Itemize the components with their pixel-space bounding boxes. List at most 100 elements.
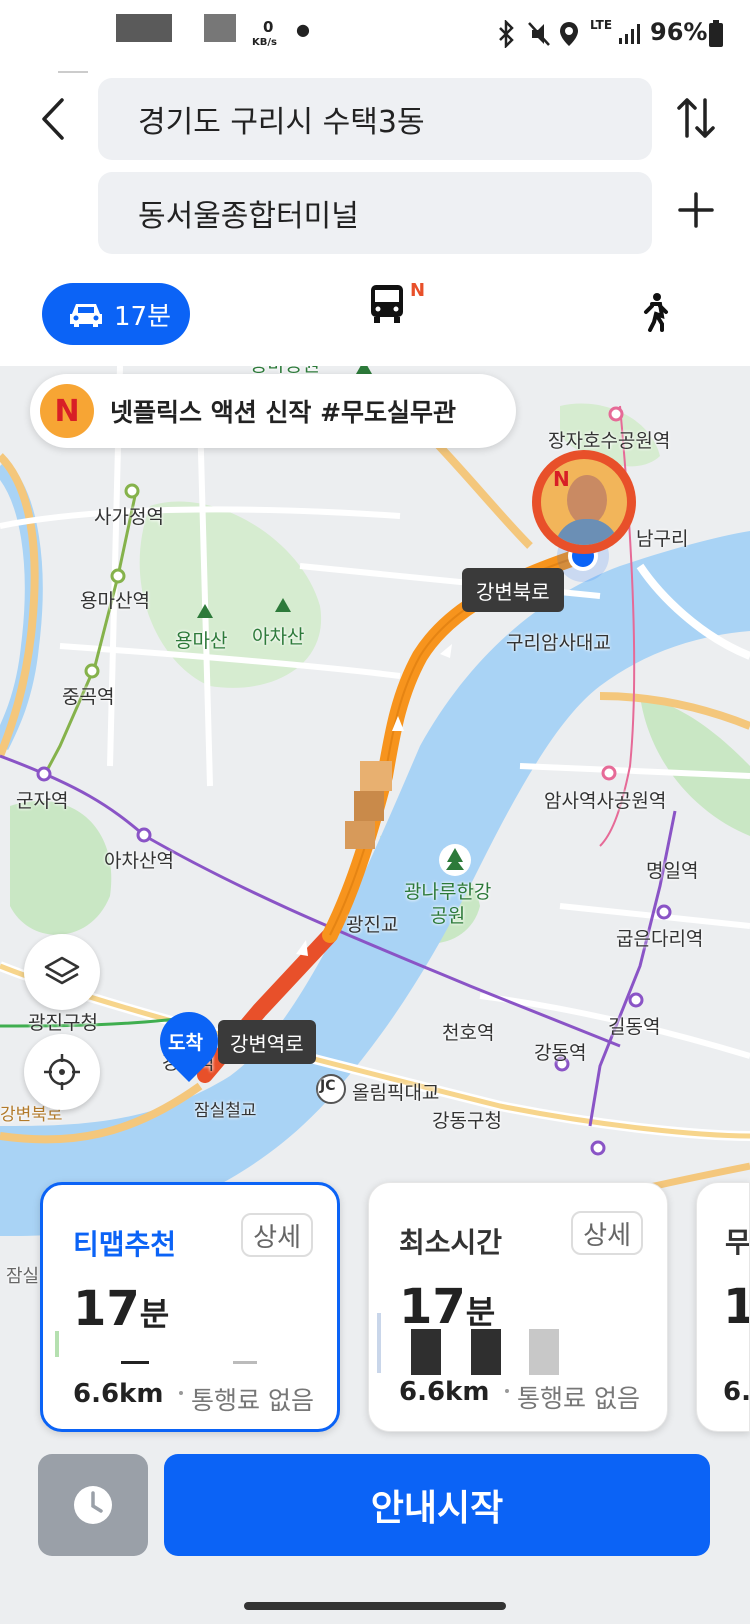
ad-marker-image: N: [541, 459, 627, 545]
dot-indicator: ●: [296, 20, 310, 39]
traffic-bar-dash-2: [233, 1361, 257, 1364]
road-tag-gangbyeon-stn: 강변역로: [218, 1020, 316, 1064]
map-label-gunja: 군자역: [16, 790, 69, 812]
route-card-title: 티맵추천: [73, 1228, 177, 1261]
ad-map-marker[interactable]: N: [532, 450, 636, 554]
traffic-bar-left-mark: [55, 1331, 59, 1357]
battery-percent: 96%: [650, 18, 708, 46]
route-distance: 6.6km: [73, 1379, 164, 1409]
map-label-myeongil: 명일역: [646, 860, 699, 882]
road-tag-gangbyeon-bukro-text: 강변북로: [476, 579, 550, 604]
layers-icon: [44, 956, 80, 985]
ad-banner[interactable]: N 넷플릭스 액션 신작 #무도실무관: [30, 374, 516, 448]
route-detail-button[interactable]: 상세: [571, 1211, 643, 1255]
add-waypoint-icon[interactable]: [678, 192, 714, 228]
map-label-gildong: 길동역: [608, 1016, 661, 1038]
traffic-block-1: [411, 1329, 441, 1375]
route-detail-button[interactable]: 상세: [241, 1213, 313, 1257]
car-icon: [70, 304, 102, 327]
map-label-junggok: 중곡역: [62, 686, 115, 708]
home-indicator: [244, 1602, 506, 1610]
map-label-gwangjin-bridge: 광진교: [346, 914, 399, 936]
map-label-gwangjin-gu: 광진구청: [28, 1012, 98, 1034]
route-card-fastest[interactable]: 최소시간 상세 17분 6.6km 통행료 없음: [368, 1182, 668, 1432]
net-speed-value: 0: [263, 18, 274, 36]
arrival-marker-label: 도착: [168, 1032, 203, 1054]
route-separator-dot: [505, 1389, 509, 1393]
route-distance: 6.6km: [399, 1377, 490, 1407]
map-view[interactable]: N 넷플릭스 액션 신작 #무도실무관 N 용마공원 장자호수공원역 남구리 사…: [0, 366, 750, 1624]
map-label-guri-amsa-bridge: 구리암사대교: [506, 632, 611, 654]
current-location-button[interactable]: [24, 1034, 100, 1110]
map-label-olympic-bridge: 올림픽대교: [352, 1082, 440, 1104]
route-toll: 통행료 없음: [517, 1384, 640, 1413]
netflix-logo-letter: N: [54, 393, 80, 429]
map-label-jamsil-bridge: 잠실철교: [194, 1101, 257, 1121]
crosshair-icon: [44, 1054, 80, 1090]
route-card-title: 최소시간: [399, 1226, 503, 1259]
swap-icon[interactable]: [676, 96, 716, 140]
route-time: 17분: [73, 1281, 169, 1337]
route-time-num: 17: [399, 1279, 466, 1335]
tab-car[interactable]: 17분: [42, 283, 190, 345]
walk-icon[interactable]: [640, 292, 670, 332]
traffic-bar-dash-1: [121, 1361, 149, 1364]
origin-field[interactable]: 경기도 구리시 수택3동: [98, 78, 652, 160]
battery-icon: [709, 20, 723, 47]
map-label-cheonho: 천호역: [442, 1022, 495, 1044]
route-time: 17분: [399, 1279, 495, 1335]
map-label-gwangnaru-park: 광나루한강 공원: [404, 881, 492, 927]
netflix-logo: N: [40, 384, 94, 438]
road-tag-gangbyeon-bukro: 강변북로: [462, 568, 564, 612]
ad-marker-face: [567, 475, 607, 525]
map-label-amsa-park: 암사역사공원역: [544, 790, 667, 812]
back-arrow-icon[interactable]: [36, 96, 70, 142]
map-label-gangdong-gu: 강동구청: [432, 1110, 502, 1132]
departure-time-button[interactable]: [38, 1454, 148, 1556]
map-label-yongmasan: 용마산: [175, 630, 228, 652]
route-header: 경기도 구리시 수택3동 동서울종합터미널 17분 N: [0, 66, 750, 366]
header-top-line: [58, 71, 88, 73]
clock-icon: [74, 1486, 112, 1524]
net-speed-unit: KB/s: [252, 37, 277, 48]
map-label-gubeun: 굽은다리역: [616, 928, 704, 950]
route-time-num: 17: [73, 1281, 140, 1337]
traffic-block-2: [471, 1329, 501, 1375]
transit-new-badge: N: [410, 280, 426, 301]
layers-button[interactable]: [24, 934, 100, 1010]
network-type: LTE: [590, 18, 613, 32]
map-label-jangja-lake: 장자호수공원역: [548, 430, 671, 452]
redacted-time: [116, 14, 172, 42]
start-navigation-button[interactable]: 안내시작: [164, 1454, 710, 1556]
start-navigation-label: 안내시작: [370, 1488, 504, 1529]
map-label-jamsil-left: 잠실: [6, 1266, 40, 1287]
route-card-recommended[interactable]: 티맵추천 상세 17분 6.6km 통행료 없음: [40, 1182, 340, 1432]
redacted-icon: [204, 14, 236, 42]
route-separator-dot: [179, 1391, 183, 1395]
route-toll: 통행료 없음: [191, 1386, 314, 1415]
ad-banner-text: 넷플릭스 액션 신작 #무도실무관: [110, 398, 457, 427]
map-label-jc: JC: [320, 1078, 336, 1094]
location-icon: [560, 22, 578, 46]
status-bar: 0 KB/s ● LTE 96%: [0, 0, 750, 66]
route-distance: 6.: [723, 1377, 750, 1407]
road-tag-gangbyeon-stn-text: 강변역로: [230, 1031, 304, 1056]
map-label-yongmasan-stn: 용마산역: [80, 590, 150, 612]
map-label-sagajeong: 사가정역: [94, 506, 164, 528]
traffic-bar-left-mark: [377, 1313, 381, 1373]
map-label-achasan: 아차산: [252, 626, 305, 648]
car-time-label: 17분: [114, 301, 172, 332]
bluetooth-icon: [499, 20, 514, 48]
mute-icon: [528, 22, 550, 46]
ad-marker-logo: N: [553, 467, 570, 491]
map-label-namguri: 남구리: [636, 528, 689, 550]
route-time-unit: 분: [465, 1293, 496, 1331]
tab-transit[interactable]: N: [370, 280, 440, 344]
bus-icon: [371, 285, 403, 323]
traffic-block-3: [529, 1329, 559, 1375]
map-canvas[interactable]: [0, 366, 750, 1624]
map-label-achasan-stn: 아차산역: [104, 850, 174, 872]
signal-icon: [619, 24, 640, 44]
destination-field[interactable]: 동서울종합터미널: [98, 172, 652, 254]
route-card-partial[interactable]: 무 1 6.: [696, 1182, 750, 1432]
